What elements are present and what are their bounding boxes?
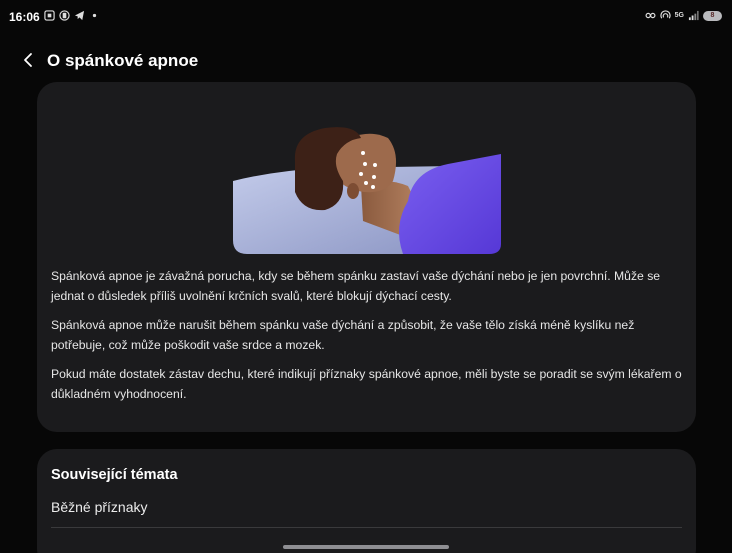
divider <box>51 527 682 528</box>
info-card: Spánková apnoe je závažná porucha, kdy s… <box>37 82 696 432</box>
related-item-common-symptoms[interactable]: Běžné příznaky <box>51 499 148 515</box>
vpn-key-icon <box>645 12 656 19</box>
app-header: O spánkové apnoe <box>0 40 732 80</box>
notification-icons <box>44 10 100 21</box>
paragraph-2: Spánková apnoe může narušit během spánku… <box>51 318 635 352</box>
status-bar: 16:06 5G 8 <box>0 0 732 34</box>
back-button[interactable] <box>16 48 40 72</box>
related-topics-title: Související témata <box>51 467 178 483</box>
description-text: Spánková apnoe je závažná porucha, kdy s… <box>51 266 683 413</box>
network-type-label: 5G <box>674 12 684 19</box>
status-time: 16:06 <box>9 10 40 24</box>
home-indicator[interactable] <box>283 545 449 549</box>
paragraph-1: Spánková apnoe je závažná porucha, kdy s… <box>51 269 661 303</box>
hotspot-icon <box>659 10 671 19</box>
system-icons: 5G 8 <box>645 10 722 21</box>
related-topics-card: Související témata Běžné příznaky <box>37 449 696 553</box>
sleep-apnea-illustration <box>233 127 501 254</box>
cast-icon <box>59 10 70 21</box>
page-title: O spánkové apnoe <box>47 51 199 70</box>
screen: 16:06 5G 8 O spánkové apnoe Spánková apn… <box>0 0 732 553</box>
chevron-left-icon <box>24 53 32 67</box>
battery-icon: 8 <box>703 10 722 21</box>
screenshot-icon <box>44 10 55 21</box>
paragraph-3: Pokud máte dostatek zástav dechu, které … <box>51 367 682 401</box>
battery-level: 8 <box>710 11 715 19</box>
telegram-icon <box>74 10 85 21</box>
signal-icon <box>688 10 699 21</box>
dot-icon <box>92 13 97 18</box>
